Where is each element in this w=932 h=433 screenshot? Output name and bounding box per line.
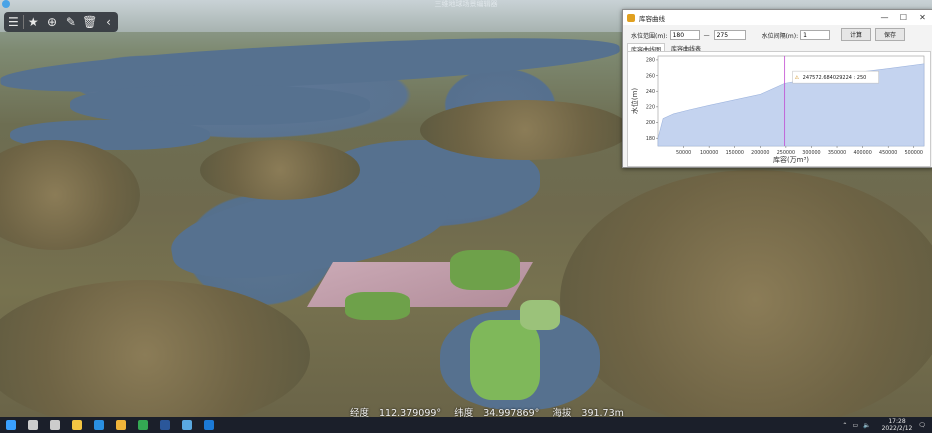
- clock[interactable]: 17:28 2022/2/12: [882, 418, 913, 432]
- storage-curve-dialog: 库容曲线 — ☐ ✕ 水位范围(m): — 水位间隔(m): 计算 保存 库容曲…: [622, 9, 932, 168]
- close-icon[interactable]: ✕: [913, 13, 932, 22]
- y-tick-label: 200: [646, 120, 655, 126]
- coordinate-readout: 经度 112.379099° 纬度 34.997869° 海拔 391.73m: [350, 405, 634, 419]
- x-tick-label: 400000: [853, 150, 871, 156]
- interval-label: 水位间隔(m):: [761, 32, 799, 40]
- windows-start-icon[interactable]: [0, 417, 22, 433]
- x-axis-label: 库容(万m³): [773, 155, 809, 164]
- trash-icon[interactable]: 🗑: [80, 12, 99, 32]
- mountain: [0, 280, 310, 417]
- star-icon[interactable]: ★: [24, 12, 43, 32]
- taskbar-apps: [0, 417, 220, 433]
- green-area: [470, 320, 540, 400]
- search-icon-glyph: [28, 420, 38, 430]
- y-tick-label: 260: [646, 73, 655, 79]
- app-icon[interactable]: [198, 417, 220, 433]
- calculate-button[interactable]: 计算: [841, 28, 871, 41]
- green-area: [345, 292, 410, 320]
- edge-icon-glyph: [94, 420, 104, 430]
- network-icon[interactable]: ▭: [852, 422, 858, 429]
- system-tray: ⌃ ▭ 🔈 17:28 2022/2/12 🗨: [842, 418, 932, 432]
- chevron-left-icon[interactable]: ‹: [99, 12, 118, 32]
- x-tick-label: 500000: [905, 150, 923, 156]
- pencil-icon[interactable]: ✎: [61, 12, 80, 32]
- notification-icon[interactable]: 🗨: [918, 422, 926, 429]
- mountain: [0, 140, 140, 250]
- x-tick-label: 100000: [700, 150, 718, 156]
- task-view-icon[interactable]: [44, 417, 66, 433]
- x-tick-label: 150000: [726, 150, 744, 156]
- folder-icon[interactable]: [110, 417, 132, 433]
- map-toolbar: ☰ ★ ⊕ ✎ 🗑 ‹: [4, 12, 118, 32]
- taskbar: ⌃ ▭ 🔈 17:28 2022/2/12 🗨: [0, 417, 932, 433]
- minimize-icon[interactable]: —: [875, 13, 894, 22]
- chrome-icon-glyph: [138, 420, 148, 430]
- range-label: 水位范围(m):: [631, 32, 668, 40]
- range-max-input[interactable]: [713, 30, 746, 40]
- word-icon[interactable]: [154, 417, 176, 433]
- edge-icon[interactable]: [88, 417, 110, 433]
- tooltip-warning-icon: ⚠: [795, 75, 800, 81]
- globe-app-icon-glyph: [182, 420, 192, 430]
- task-view-icon-glyph: [50, 420, 60, 430]
- x-tick-label: 350000: [828, 150, 846, 156]
- explorer-icon[interactable]: [66, 417, 88, 433]
- reservoir-water: [70, 85, 370, 125]
- mountain: [200, 140, 360, 200]
- range-separator: —: [703, 31, 710, 39]
- clock-time: 17:28: [888, 418, 906, 425]
- y-tick-label: 220: [646, 105, 655, 111]
- x-tick-label: 50000: [676, 150, 691, 156]
- y-tick-label: 280: [646, 58, 655, 64]
- word-icon-glyph: [160, 420, 170, 430]
- dialog-app-icon: [627, 13, 635, 22]
- range-min-input[interactable]: [669, 30, 700, 40]
- windows-start-icon-glyph: [6, 420, 16, 430]
- storage-curve-chart[interactable]: 247572.684029224 : 250⚠ 50000 100000 150000…: [628, 52, 930, 166]
- save-button[interactable]: 保存: [875, 28, 905, 41]
- chrome-icon[interactable]: [132, 417, 154, 433]
- x-tick-label: 200000: [751, 150, 769, 156]
- y-tick-label: 180: [646, 136, 655, 142]
- mountain: [420, 100, 630, 160]
- list-icon[interactable]: ☰: [4, 12, 23, 32]
- volume-icon[interactable]: 🔈: [863, 422, 870, 429]
- cursor-tooltip-label: 247572.684029224 : 250: [803, 75, 867, 81]
- mountain: [560, 170, 932, 417]
- clock-date: 2022/2/12: [881, 425, 913, 432]
- maximize-icon[interactable]: ☐: [894, 13, 913, 22]
- tray-up-icon[interactable]: ⌃: [842, 422, 847, 429]
- chart-panel: 247572.684029224 : 250 ⚠ 50000 100000 150000…: [627, 51, 931, 167]
- x-tick-label: 450000: [879, 150, 897, 156]
- search-icon[interactable]: [22, 417, 44, 433]
- dialog-titlebar[interactable]: 库容曲线 — ☐ ✕: [623, 10, 932, 25]
- green-area: [520, 300, 560, 330]
- globe-app-icon[interactable]: [176, 417, 198, 433]
- range-row: 水位范围(m): — 水位间隔(m):: [631, 30, 831, 40]
- y-tick-label: 240: [646, 89, 655, 95]
- window-title: 三维地球场景编辑器: [434, 0, 498, 8]
- dialog-title: 库容曲线: [639, 14, 665, 23]
- y-axis-label: 水位(m): [630, 88, 639, 115]
- explorer-icon-glyph: [72, 420, 82, 430]
- folder-icon-glyph: [116, 420, 126, 430]
- target-icon[interactable]: ⊕: [43, 12, 62, 32]
- app-icon-glyph: [204, 420, 214, 430]
- green-area: [450, 250, 520, 290]
- interval-input[interactable]: [800, 30, 831, 40]
